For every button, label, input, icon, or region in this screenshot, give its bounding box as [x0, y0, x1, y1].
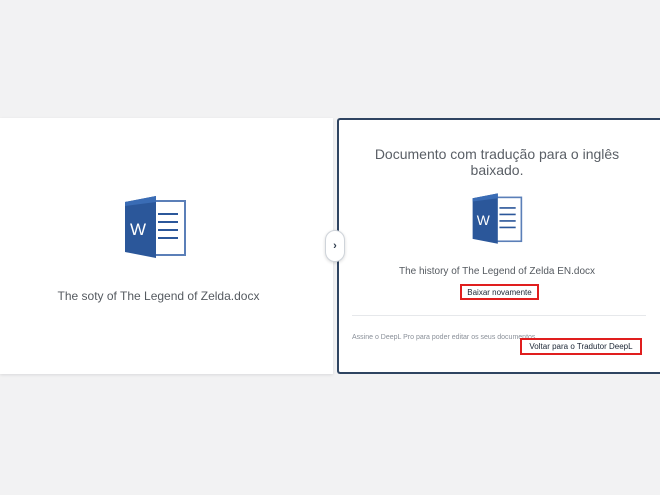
back-to-translator-button[interactable]: Voltar para o Tradutor DeepL	[520, 338, 642, 355]
svg-text:W: W	[477, 212, 490, 228]
source-filename: The soty of The Legend of Zelda.docx	[57, 289, 260, 303]
word-document-icon: W	[472, 193, 523, 244]
translated-filename: The history of The Legend of Zelda EN.do…	[398, 266, 596, 277]
chevron-right-icon: ›	[333, 240, 337, 252]
svg-text:W: W	[130, 220, 146, 239]
download-again-button[interactable]: Baixar novamente	[460, 284, 539, 300]
word-document-icon: W	[125, 196, 186, 258]
toggle-panel-button[interactable]: ›	[325, 230, 345, 262]
divider	[352, 315, 646, 316]
deepl-pro-upsell-text: Assine o DeepL Pro para poder editar os …	[352, 334, 538, 341]
download-status-title: Documento com tradução para o inglês bai…	[374, 146, 620, 178]
